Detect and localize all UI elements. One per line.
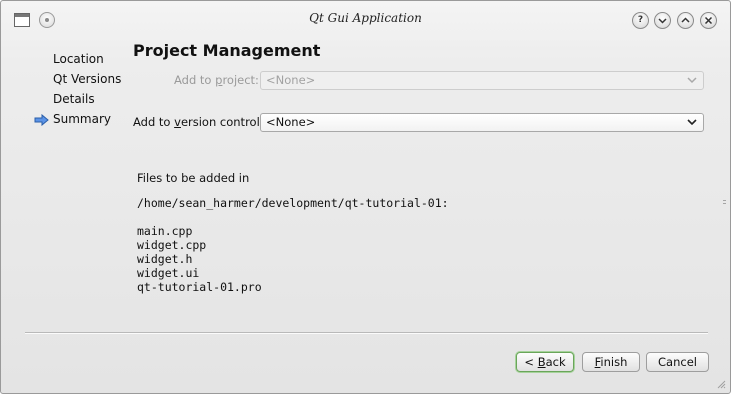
help-icon[interactable]: ? <box>632 12 649 29</box>
step-label: Details <box>53 92 95 106</box>
wizard-steps: Location Qt Versions Details Summary <box>31 51 127 131</box>
close-icon[interactable] <box>700 12 717 29</box>
add-to-project-label: Add to project: <box>174 73 259 87</box>
add-to-version-control-label: Add to version control: <box>133 115 264 129</box>
step-label: Summary <box>53 112 111 126</box>
button-separator <box>25 332 708 334</box>
chevron-down-icon <box>687 77 697 84</box>
files-directory-path: /home/sean_harmer/development/qt-tutoria… <box>137 196 449 210</box>
chevron-down-icon <box>687 119 697 126</box>
maximize-icon[interactable] <box>677 12 694 29</box>
file-item: widget.ui <box>137 266 200 280</box>
step-qt-versions: Qt Versions <box>31 71 127 91</box>
step-details: Details <box>31 91 127 111</box>
window-title: Qt Gui Application <box>309 11 422 25</box>
minimize-icon[interactable] <box>654 12 671 29</box>
back-button[interactable]: < Back <box>516 352 574 372</box>
title-bar[interactable]: Qt Gui Application ? <box>1 1 730 37</box>
step-summary: Summary <box>31 111 127 131</box>
files-intro-text: Files to be added in <box>137 171 250 185</box>
resize-grip-icon[interactable] <box>716 379 726 389</box>
add-to-version-control-combo[interactable]: <None> <box>260 113 704 132</box>
file-item: widget.h <box>137 252 193 266</box>
add-to-project-combo[interactable]: <None> <box>260 71 704 90</box>
file-item: main.cpp <box>137 224 193 238</box>
combo-value: <None> <box>266 115 316 129</box>
page-title: Project Management <box>133 41 321 60</box>
file-item: widget.cpp <box>137 238 207 252</box>
arrow-right-icon <box>34 114 49 126</box>
splitter-handle[interactable] <box>723 198 727 206</box>
step-label: Qt Versions <box>53 72 122 86</box>
wizard-window: Qt Gui Application ? Location Qt Version… <box>0 0 731 394</box>
cancel-button[interactable]: Cancel <box>646 352 709 372</box>
step-location: Location <box>31 51 127 71</box>
file-item: qt-tutorial-01.pro <box>137 280 262 294</box>
finish-button[interactable]: Finish <box>582 352 640 372</box>
combo-value: <None> <box>266 73 316 87</box>
step-label: Location <box>53 52 104 66</box>
